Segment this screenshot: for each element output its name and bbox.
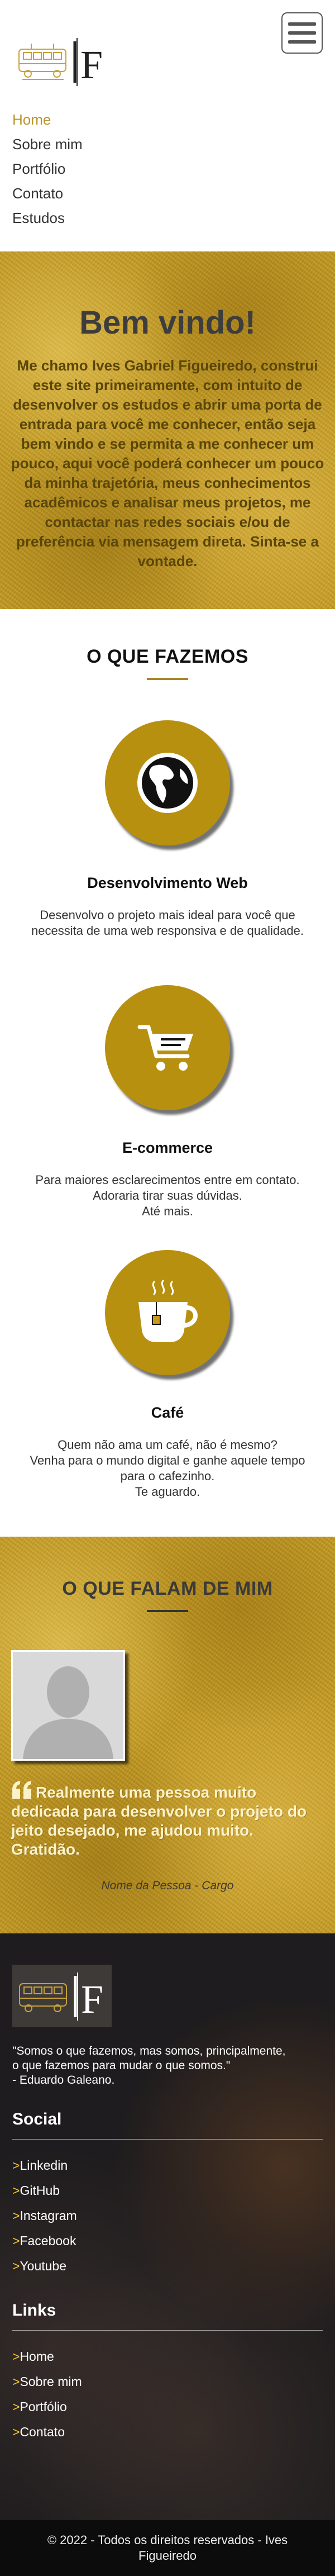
services-section: O QUE FAZEMOS Desenvolvimento Web Desenv… <box>0 609 335 1537</box>
service-text: Quem não ama um café, não é mesmo? Venha… <box>30 1438 305 1499</box>
main-nav: Home Sobre mim Portfólio Contato Estudos <box>0 106 335 251</box>
title-divider <box>147 1610 188 1612</box>
chevron-right-icon: > <box>12 2259 20 2273</box>
site-header: F <box>0 0 335 106</box>
service-card: Café Quem não ama um café, não é mesmo? … <box>0 1210 335 1499</box>
chevron-right-icon: > <box>12 2374 20 2389</box>
service-card: Desenvolvimento Web Desenvolvo o projeto… <box>0 680 335 945</box>
quote-icon <box>12 1781 31 1799</box>
site-logo[interactable]: F <box>17 35 106 88</box>
chevron-right-icon: > <box>12 2399 20 2414</box>
service-title: Café <box>151 1404 184 1421</box>
footer-link-linkedin[interactable]: >Linkedin <box>12 2153 323 2178</box>
welcome-text: Me chamo Ives Gabriel Figueiredo, constr… <box>11 357 324 569</box>
welcome-section: Bem vindo! Me chamo Ives Gabriel Figueir… <box>0 251 335 609</box>
service-icon-circle <box>105 720 230 845</box>
logo-icon: F <box>19 1973 103 2022</box>
testimonial-author: Nome da Pessoa - Cargo <box>101 1879 234 1892</box>
service-card: E-commerce Para maiores esclarecimentos … <box>0 945 335 1218</box>
menu-toggle-button[interactable] <box>281 12 323 54</box>
footer-link-sobre-mim[interactable]: >Sobre mim <box>12 2369 323 2394</box>
hamburger-icon <box>288 22 316 26</box>
footer-link-instagram[interactable]: >Instagram <box>12 2203 323 2228</box>
nav-item-sobre-mim[interactable]: Sobre mim <box>12 132 323 156</box>
testimonial-quote-text: Realmente uma pessoa muito dedicada para… <box>11 1784 307 1858</box>
chevron-right-icon: > <box>12 2183 20 2198</box>
testimonials-title: O QUE FALAM DE MIM <box>62 1578 273 1599</box>
welcome-title: Bem vindo! <box>79 305 256 341</box>
footer-link-github[interactable]: >GitHub <box>12 2178 323 2203</box>
svg-text:F: F <box>80 42 103 87</box>
chevron-right-icon: > <box>12 2208 20 2223</box>
footer-logo[interactable]: F <box>12 1965 112 2027</box>
chevron-right-icon: > <box>12 2158 20 2173</box>
globe-icon <box>137 753 198 813</box>
chevron-right-icon: > <box>12 2349 20 2364</box>
nav-item-estudos[interactable]: Estudos <box>12 206 323 230</box>
divider <box>12 2139 323 2140</box>
nav-item-portfolio[interactable]: Portfólio <box>12 156 323 181</box>
service-icon-circle <box>105 1250 230 1375</box>
chevron-right-icon: > <box>12 2425 20 2439</box>
coffee-cup-icon <box>138 1280 198 1342</box>
copyright-text: © 2022 - Todos os direitos reservados - … <box>47 2533 288 2563</box>
copyright-bar: © 2022 - Todos os direitos reservados - … <box>0 2520 335 2576</box>
service-text: Desenvolvo o projeto mais ideal para voc… <box>31 908 304 938</box>
avatar <box>13 1652 123 1759</box>
social-heading: Social <box>12 2110 62 2128</box>
user-silhouette-icon <box>13 1652 123 1759</box>
footer-quote: "Somos o que fazemos, mas somos, princip… <box>12 2045 286 2087</box>
divider <box>12 2330 323 2331</box>
footer-link-home[interactable]: >Home <box>12 2344 323 2369</box>
nav-item-contato[interactable]: Contato <box>12 181 323 206</box>
avatar-frame <box>11 1650 125 1761</box>
footer-link-contato[interactable]: >Contato <box>12 2420 323 2445</box>
testimonial-quote: Realmente uma pessoa muito dedicada para… <box>11 1781 324 1859</box>
site-footer: F "Somos o que fazemos, mas somos, princ… <box>0 1933 335 2520</box>
testimonials-section: O QUE FALAM DE MIM Realmente uma pessoa … <box>0 1537 335 1933</box>
logo-icon: F <box>18 38 103 87</box>
shopping-cart-icon <box>137 1025 193 1071</box>
nav-item-home[interactable]: Home <box>12 107 323 132</box>
service-icon-circle <box>105 985 230 1110</box>
service-title: E-commerce <box>122 1139 213 1156</box>
services-title: O QUE FAZEMOS <box>87 646 248 667</box>
chevron-right-icon: > <box>12 2233 20 2248</box>
footer-link-youtube[interactable]: >Youtube <box>12 2254 323 2279</box>
service-title: Desenvolvimento Web <box>87 874 248 891</box>
footer-link-facebook[interactable]: >Facebook <box>12 2228 323 2254</box>
links-heading: Links <box>12 2301 56 2320</box>
svg-text:F: F <box>81 1977 103 2022</box>
footer-link-portfolio[interactable]: >Portfólio <box>12 2394 323 2420</box>
